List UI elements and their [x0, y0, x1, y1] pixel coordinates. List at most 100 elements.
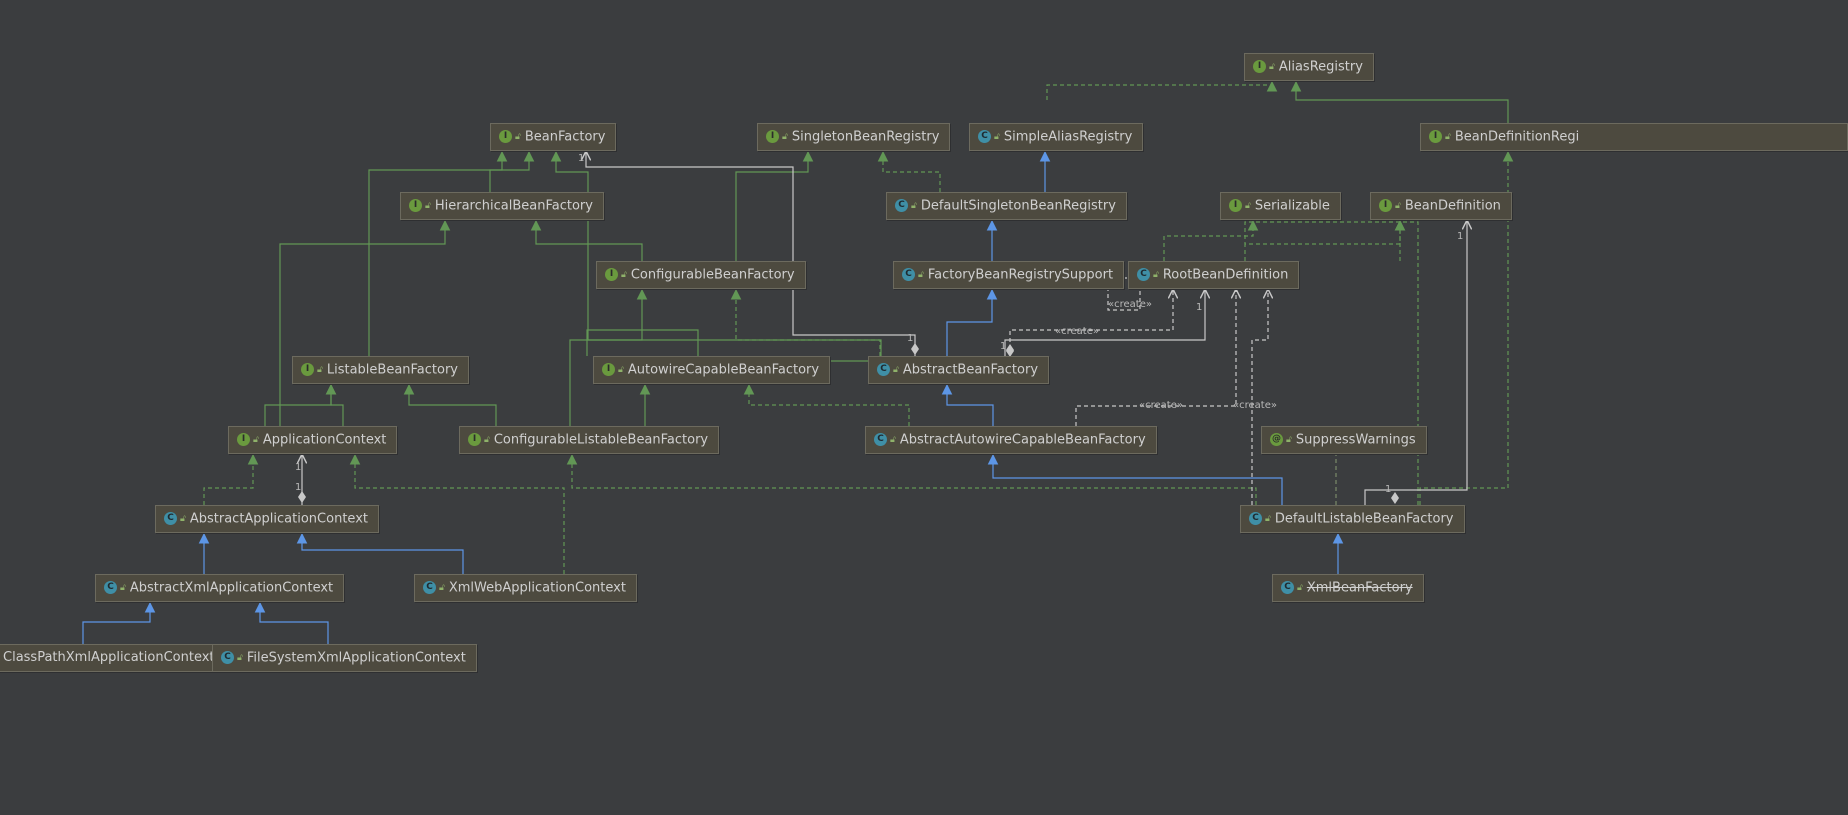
uml-diagram-canvas: I 🔓︎ AliasRegistry I 🔓︎ BeanFactory I 🔓︎ Singl… [0, 0, 1848, 815]
node-label: FileSystemXmlApplicationContext [246, 650, 466, 666]
node-autowirecapablebeanfactory[interactable]: I 🔓︎ AutowireCapableBeanFactory [593, 356, 831, 384]
node-label: SimpleAliasRegistry [1003, 129, 1133, 145]
node-configurablelistablebeanfactory[interactable]: I 🔓︎ ConfigurableListableBeanFactory [459, 426, 720, 454]
aggregation-diamond [1391, 492, 1399, 504]
edge-autowire-beanfactory [550, 150, 882, 362]
node-simplealiasregistry[interactable]: C 🔓︎ SimpleAliasRegistry [969, 123, 1144, 151]
unlock-icon: 🔓︎ [1286, 435, 1292, 445]
node-label: AliasRegistry [1278, 59, 1363, 75]
interface-icon: I [1429, 129, 1442, 143]
class-icon: C [978, 129, 991, 143]
node-suppresswarnings[interactable]: @ 🔓︎ SuppressWarnings [1261, 426, 1427, 454]
unlock-icon: 🔓︎ [893, 365, 899, 375]
node-label: XmlWebApplicationContext [448, 580, 626, 596]
multiplicity-label: 1 [1457, 231, 1464, 242]
node-label: DefaultListableBeanFactory [1274, 511, 1454, 527]
multiplicity-label: 1 [1196, 302, 1203, 313]
node-xmlwebapplicationcontext[interactable]: C 🔓︎ XmlWebApplicationContext [414, 574, 637, 602]
create-label: «create» [1055, 326, 1099, 337]
interface-icon: I [409, 198, 422, 212]
unlock-icon: 🔓︎ [618, 365, 624, 375]
class-icon: C [164, 511, 177, 525]
interface-icon: I [1253, 59, 1266, 73]
create-label: «create» [1139, 400, 1183, 411]
node-hierarchicalbeanfactory[interactable]: I 🔓︎ HierarchicalBeanFactory [400, 192, 604, 220]
class-icon: C [104, 580, 117, 594]
node-configurablebeanfactory[interactable]: I 🔓︎ ConfigurableBeanFactory [596, 261, 806, 289]
node-label: AbstractApplicationContext [189, 511, 368, 527]
node-serializable[interactable]: I 🔓︎ Serializable [1220, 192, 1341, 220]
multiplicity-label: 1 [1385, 484, 1392, 495]
node-beanfactory[interactable]: I 🔓︎ BeanFactory [490, 123, 617, 151]
node-label: AbstractXmlApplicationContext [129, 580, 334, 596]
node-label: ClassPathXmlApplicationContext [3, 650, 215, 665]
unlock-icon: 🔓︎ [994, 132, 1000, 142]
edge-defaultsingleton-singletonregistry [877, 150, 941, 192]
edge-rootbean-serializable [1163, 219, 1259, 261]
node-classpathxmlapplicationcontext[interactable]: ClassPathXmlApplicationContext [0, 644, 226, 672]
multiplicity-label: 1 [1000, 341, 1007, 352]
node-defaultsingletonbeanregistry[interactable]: C 🔓︎ DefaultSingletonBeanRegistry [886, 192, 1127, 220]
node-abstractapplicationcontext[interactable]: C 🔓︎ AbstractApplicationContext [155, 505, 379, 533]
unlock-icon: 🔓︎ [1269, 62, 1275, 72]
unlock-icon: 🔓︎ [621, 270, 627, 280]
node-aliasregistry[interactable]: I 🔓︎ AliasRegistry [1244, 53, 1374, 81]
edge-hierarchical-beanfactory [489, 150, 535, 192]
edge-abstractbf-factorybean [946, 288, 998, 356]
class-icon: C [221, 650, 234, 664]
node-label: FactoryBeanRegistrySupport [927, 267, 1114, 283]
class-icon: C [1249, 511, 1262, 525]
node-abstractbeanfactory[interactable]: C 🔓︎ AbstractBeanFactory [868, 356, 1050, 384]
unlock-icon: 🔓︎ [1245, 201, 1251, 211]
node-factorybeanregistrysupport[interactable]: C 🔓︎ FactoryBeanRegistrySupport [893, 261, 1125, 289]
node-abstractxmlapplicationcontext[interactable]: C 🔓︎ AbstractXmlApplicationContext [95, 574, 345, 602]
class-icon: C [877, 362, 890, 376]
node-abstractautowirecapablebeanfactory[interactable]: C 🔓︎ AbstractAutowireCapableBeanFactory [865, 426, 1157, 454]
create-label: «create» [1108, 299, 1152, 310]
node-label: ApplicationContext [262, 432, 387, 448]
edge-configlistable-listable [403, 383, 497, 426]
node-singletonbeanregistry[interactable]: I 🔓︎ SingletonBeanRegistry [757, 123, 951, 151]
node-beandefinition[interactable]: I 🔓︎ BeanDefinition [1370, 192, 1512, 220]
edge-dlbf-aacbf [987, 453, 1283, 505]
interface-icon: I [301, 362, 314, 376]
node-listablebeanfactory[interactable]: I 🔓︎ ListableBeanFactory [292, 356, 470, 384]
node-applicationcontext[interactable]: I 🔓︎ ApplicationContext [228, 426, 398, 454]
unlock-icon: 🔓︎ [1153, 270, 1159, 280]
class-icon: C [423, 580, 436, 594]
multiplicity-label: 1 [578, 153, 585, 164]
multiplicity-label: 1 [907, 333, 914, 344]
edge-rootbean-beandefinition-b [1244, 219, 1406, 261]
interface-icon: I [468, 432, 481, 446]
edge-aac-appcontext [203, 453, 259, 505]
edge-abstractbf-configurable [730, 288, 881, 356]
edge-dlbf-configlistable [566, 453, 1257, 505]
node-label: XmlBeanFactory [1306, 580, 1413, 596]
edge-simplealiasregistry-aliasregistry [1046, 80, 1278, 100]
node-xmlbeanfactory[interactable]: C 🔓︎ XmlBeanFactory [1272, 574, 1424, 602]
interface-icon: I [766, 129, 779, 143]
node-filesystemxmlapplicationcontext[interactable]: C 🔓︎ FileSystemXmlApplicationContext [212, 644, 477, 672]
edge-abstractbf-rootbean-assoc [1004, 290, 1205, 356]
annotation-icon: @ [1270, 432, 1283, 446]
node-defaultlistablebeanfactory[interactable]: C 🔓︎ DefaultListableBeanFactory [1240, 505, 1465, 533]
edge-configurable-singletonregistry [735, 150, 814, 261]
node-label: ListableBeanFactory [326, 362, 459, 378]
unlock-icon: 🔓︎ [237, 653, 243, 663]
edge-appcontext-hierarchical [279, 219, 451, 426]
class-icon: C [874, 432, 887, 446]
node-rootbeandefinition[interactable]: C 🔓︎ RootBeanDefinition [1128, 261, 1300, 289]
interface-icon: I [605, 267, 618, 281]
unlock-icon: 🔓︎ [515, 132, 521, 142]
node-label: DefaultSingletonBeanRegistry [920, 198, 1116, 214]
interface-icon: I [602, 362, 615, 376]
edge-xmlweb-aac [296, 532, 464, 574]
multiplicity-label: 1 [295, 482, 302, 493]
unlock-icon: 🔓︎ [317, 365, 323, 375]
unlock-icon: 🔓︎ [120, 583, 126, 593]
interface-icon: I [1229, 198, 1242, 212]
unlock-icon: 🔓︎ [782, 132, 788, 142]
interface-icon: I [1379, 198, 1392, 212]
node-beandefinitionregistry[interactable]: I 🔓︎ BeanDefinitionRegi [1420, 123, 1848, 151]
unlock-icon: 🔓︎ [484, 435, 490, 445]
